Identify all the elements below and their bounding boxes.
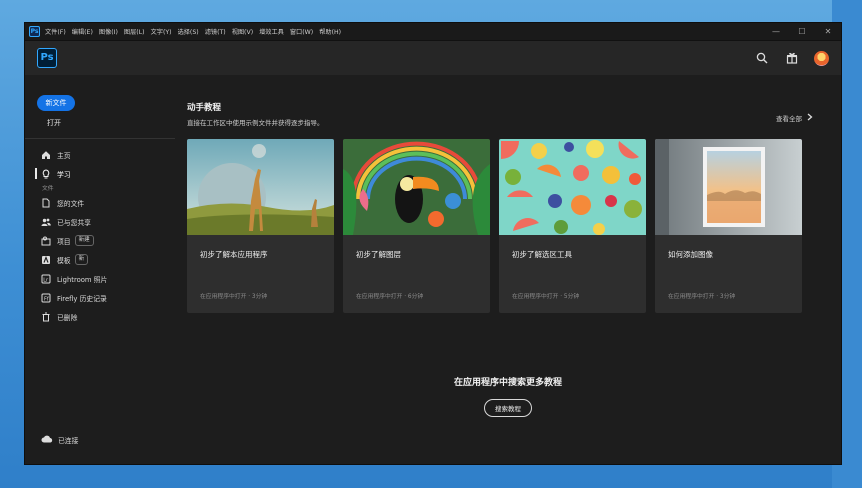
sidebar-item-shared[interactable]: 已与您共享 — [25, 212, 175, 231]
sidebar-item-label: 您的文件 — [57, 199, 85, 208]
card-meta: 在应用程序中打开 · 3分钟 — [668, 294, 736, 300]
lightbulb-icon — [41, 168, 51, 179]
search-tutorials-button[interactable]: 搜索教程 — [484, 399, 532, 417]
svg-text:Ff: Ff — [44, 296, 49, 302]
sidebar-item-label: 已与您共享 — [57, 218, 91, 227]
firefly-icon: Ff — [41, 293, 51, 303]
sidebar-item-deleted[interactable]: 已删除 — [25, 307, 175, 326]
sidebar-item-home[interactable]: 主页 — [25, 145, 175, 164]
menu-filter[interactable]: 滤镜(T) — [205, 27, 226, 36]
tutorial-card[interactable]: 初步了解图层 在应用程序中打开 · 6分钟 — [343, 139, 490, 313]
card-meta: 在应用程序中打开 · 3分钟 — [200, 294, 268, 300]
card-title: 如何添加图像 — [668, 250, 713, 259]
sidebar-item-label: 项目 — [57, 237, 71, 246]
menu-edit[interactable]: 编辑(E) — [72, 27, 93, 36]
user-avatar[interactable] — [814, 50, 829, 66]
tutorial-card[interactable]: 初步了解本应用程序 在应用程序中打开 · 3分钟 — [187, 139, 334, 313]
menu-window[interactable]: 窗口(W) — [290, 27, 313, 36]
close-button[interactable]: ✕ — [815, 27, 841, 36]
card-title: 初步了解本应用程序 — [200, 250, 268, 259]
chevron-right-icon — [807, 113, 813, 123]
lightroom-icon: Lr — [41, 274, 51, 284]
menu-layer[interactable]: 图层(L) — [124, 27, 145, 36]
tutorial-card[interactable]: 初步了解选区工具 在应用程序中打开 · 5分钟 — [499, 139, 646, 313]
menu-help[interactable]: 帮助(H) — [319, 27, 341, 36]
sidebar-item-label: 模板 — [57, 256, 71, 265]
sidebar-item-label: Firefly 历史记录 — [57, 294, 107, 303]
sidebar-item-projects[interactable]: 项目 新建 — [25, 231, 175, 250]
maximize-button[interactable]: ☐ — [789, 27, 815, 36]
tutorial-card[interactable]: 如何添加图像 在应用程序中打开 · 3分钟 — [655, 139, 802, 313]
search-icon[interactable] — [754, 50, 770, 66]
sidebar-item-label: 学习 — [57, 170, 71, 179]
tutorial-thumbnail — [187, 139, 334, 235]
card-meta: 在应用程序中打开 · 6分钟 — [356, 294, 424, 300]
cloud-icon — [41, 435, 53, 445]
minimize-button[interactable]: — — [763, 27, 789, 36]
view-all-link[interactable]: 查看全部 — [776, 113, 813, 123]
menu-view[interactable]: 视图(V) — [232, 27, 253, 36]
sidebar-item-label: 主页 — [57, 151, 71, 160]
open-button[interactable]: 打开 — [47, 118, 175, 128]
gift-icon[interactable] — [784, 50, 800, 66]
sidebar-divider — [25, 138, 175, 139]
photoshop-logo[interactable]: Ps — [37, 48, 57, 68]
card-title: 初步了解选区工具 — [512, 250, 572, 259]
sidebar-item-label: Lightroom 照片 — [57, 275, 108, 284]
home-icon — [41, 150, 51, 160]
app-header: Ps — [25, 41, 841, 75]
tutorial-thumbnail — [655, 139, 802, 235]
section-title: 动手教程 — [187, 103, 222, 113]
tutorial-thumbnail — [343, 139, 490, 235]
tutorial-thumbnail — [499, 139, 646, 235]
new-badge: 新 — [74, 254, 89, 265]
projects-icon — [41, 236, 51, 246]
template-icon — [41, 255, 51, 265]
section-subtitle: 直接在工作区中使用示例文件并获得逐步指导。 — [187, 119, 324, 127]
menu-select[interactable]: 选择(S) — [178, 27, 199, 36]
cloud-status-label: 已连接 — [58, 437, 79, 445]
file-icon — [41, 198, 51, 208]
main-content: 动手教程 直接在工作区中使用示例文件并获得逐步指导。 查看全部 初步了解本应用程… — [175, 75, 841, 464]
sidebar-item-firefly[interactable]: Ff Firefly 历史记录 — [25, 288, 175, 307]
more-tutorials-title: 在应用程序中搜索更多教程 — [453, 378, 562, 388]
menu-plugins[interactable]: 增效工具 — [259, 27, 284, 36]
menu-image[interactable]: 图像(I) — [99, 27, 118, 36]
trash-icon — [41, 312, 51, 322]
menu-bar: Ps 文件(F) 编辑(E) 图像(I) 图层(L) 文字(Y) 选择(S) 滤… — [25, 23, 841, 41]
files-section-label: 文件 — [42, 186, 54, 192]
menu-type[interactable]: 文字(Y) — [151, 27, 172, 36]
photoshop-window: Ps 文件(F) 编辑(E) 图像(I) 图层(L) 文字(Y) 选择(S) 滤… — [24, 22, 842, 465]
sidebar-item-learn[interactable]: 学习 — [25, 164, 175, 183]
new-badge: 新建 — [74, 235, 94, 246]
users-icon — [41, 217, 51, 227]
sidebar: 新文件 打开 主页 学习 文件 您的文件 已与您共享 项目 新建 模板 新 Lr… — [25, 75, 175, 464]
card-meta: 在应用程序中打开 · 5分钟 — [512, 294, 580, 300]
more-tutorials: 在应用程序中搜索更多教程 搜索教程 — [175, 375, 841, 417]
sidebar-item-lightroom[interactable]: Lr Lightroom 照片 — [25, 269, 175, 288]
view-all-label: 查看全部 — [776, 115, 802, 123]
menu-file[interactable]: 文件(F) — [45, 27, 66, 36]
card-title: 初步了解图层 — [356, 250, 401, 259]
new-file-button[interactable]: 新文件 — [37, 95, 75, 111]
sidebar-item-your-files[interactable]: 您的文件 — [25, 193, 175, 212]
cloud-status[interactable]: 已连接 — [41, 435, 78, 445]
sidebar-item-templates[interactable]: 模板 新 — [25, 250, 175, 269]
sidebar-item-label: 已删除 — [57, 313, 78, 322]
app-icon: Ps — [29, 26, 40, 37]
